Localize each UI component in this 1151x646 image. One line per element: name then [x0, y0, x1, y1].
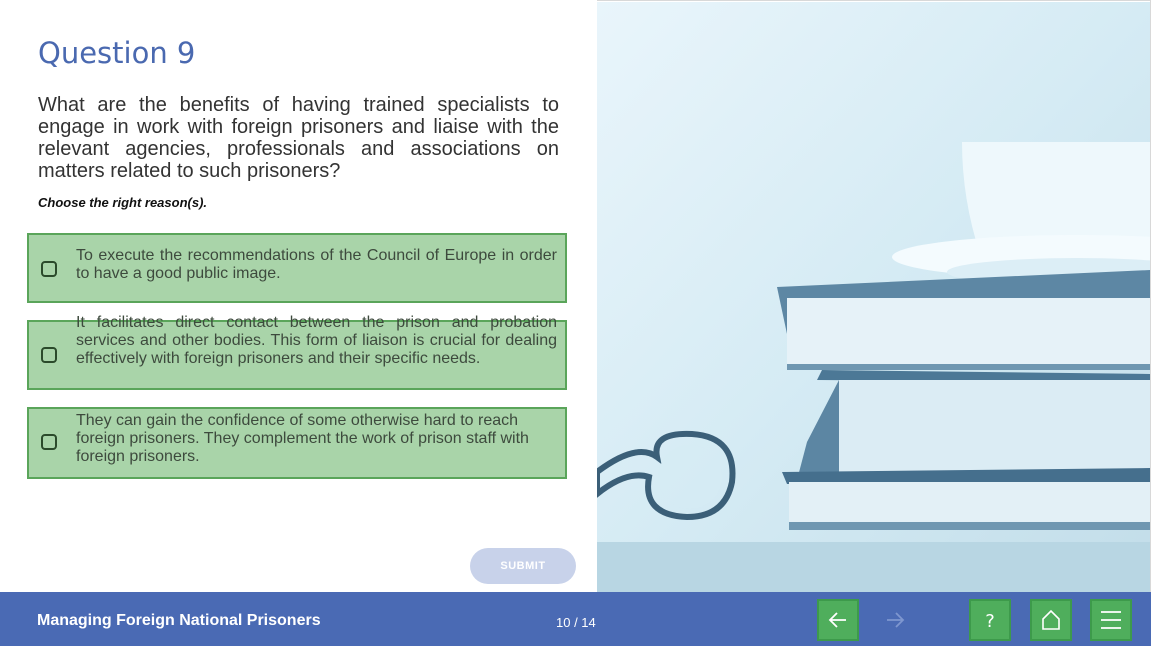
option-1-checkbox[interactable] [41, 261, 57, 277]
question-text: What are the benefits of having trained … [38, 94, 559, 182]
arrow-right-icon [887, 612, 905, 628]
option-1-label: To execute the recommendations of the Co… [76, 247, 557, 282]
home-button[interactable] [1030, 599, 1072, 641]
question-title: Question 9 [38, 36, 196, 70]
submit-button[interactable]: SUBMIT [470, 548, 576, 584]
answer-option-3[interactable]: They can gain the confidence of some oth… [27, 407, 567, 479]
previous-button[interactable] [817, 599, 859, 641]
svg-text:?: ? [985, 611, 995, 632]
question-instruction: Choose the right reason(s). [38, 195, 208, 210]
arrow-left-icon [828, 612, 846, 628]
course-title: Managing Foreign National Prisoners [37, 612, 321, 629]
option-3-checkbox[interactable] [41, 434, 57, 450]
home-icon [1042, 609, 1060, 630]
question-panel: Question 9 What are the benefits of havi… [0, 0, 597, 592]
answer-option-1[interactable]: To execute the recommendations of the Co… [27, 233, 567, 303]
option-2-label: It facilitates direct contact between th… [76, 314, 557, 367]
menu-button[interactable] [1090, 599, 1132, 641]
hamburger-menu-icon [1101, 611, 1121, 629]
decorative-photo-books-cup-glasses [597, 2, 1150, 592]
answer-option-2[interactable]: It facilitates direct contact between th… [27, 314, 567, 390]
next-button[interactable] [874, 599, 916, 641]
footer-bar: Managing Foreign National Prisoners 10 /… [0, 592, 1151, 646]
option-3-label: They can gain the confidence of some oth… [76, 412, 529, 465]
option-2-checkbox[interactable] [41, 347, 57, 363]
page-counter: 10 / 14 [556, 615, 596, 630]
question-mark-icon: ? [985, 611, 995, 632]
help-button[interactable]: ? [969, 599, 1011, 641]
